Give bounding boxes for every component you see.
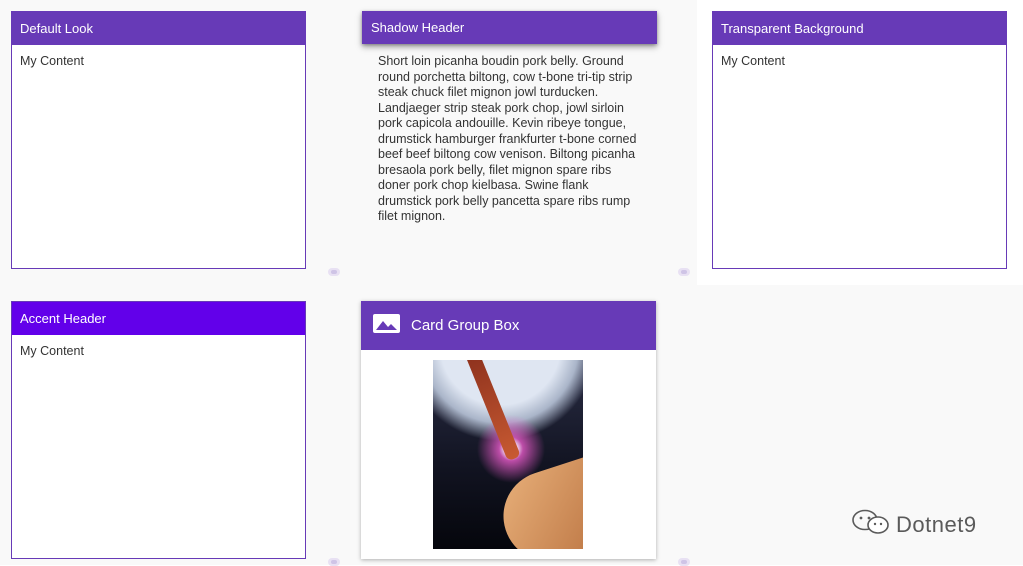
group-box-title: Card Group Box xyxy=(411,317,520,334)
card-group-box: Card Group Box xyxy=(361,301,656,559)
image-icon xyxy=(373,313,400,338)
card-default-look: Default Look My Content xyxy=(11,11,306,269)
card-shadow-header: Shadow Header Short loin picanha boudin … xyxy=(362,11,657,269)
card-content: My Content xyxy=(20,54,84,68)
card-content: My Content xyxy=(721,54,785,68)
resize-grip[interactable] xyxy=(328,268,340,276)
card-header: Accent Header xyxy=(12,302,305,335)
card-transparent-background: Transparent Background My Content xyxy=(712,11,1007,269)
card-accent-header: Accent Header My Content xyxy=(11,301,306,559)
watermark: Dotnet9 xyxy=(852,509,977,540)
card-content: My Content xyxy=(20,344,84,358)
card-header: Default Look xyxy=(12,12,305,45)
space-hand-image xyxy=(433,360,583,549)
card-content: Short loin picanha boudin pork belly. Gr… xyxy=(378,54,637,223)
card-header: Transparent Background xyxy=(713,12,1006,45)
card-header: Shadow Header xyxy=(362,11,657,44)
group-box-header: Card Group Box xyxy=(361,301,656,350)
watermark-text: Dotnet9 xyxy=(896,511,977,537)
wechat-icon xyxy=(852,509,890,540)
resize-grip[interactable] xyxy=(678,268,690,276)
